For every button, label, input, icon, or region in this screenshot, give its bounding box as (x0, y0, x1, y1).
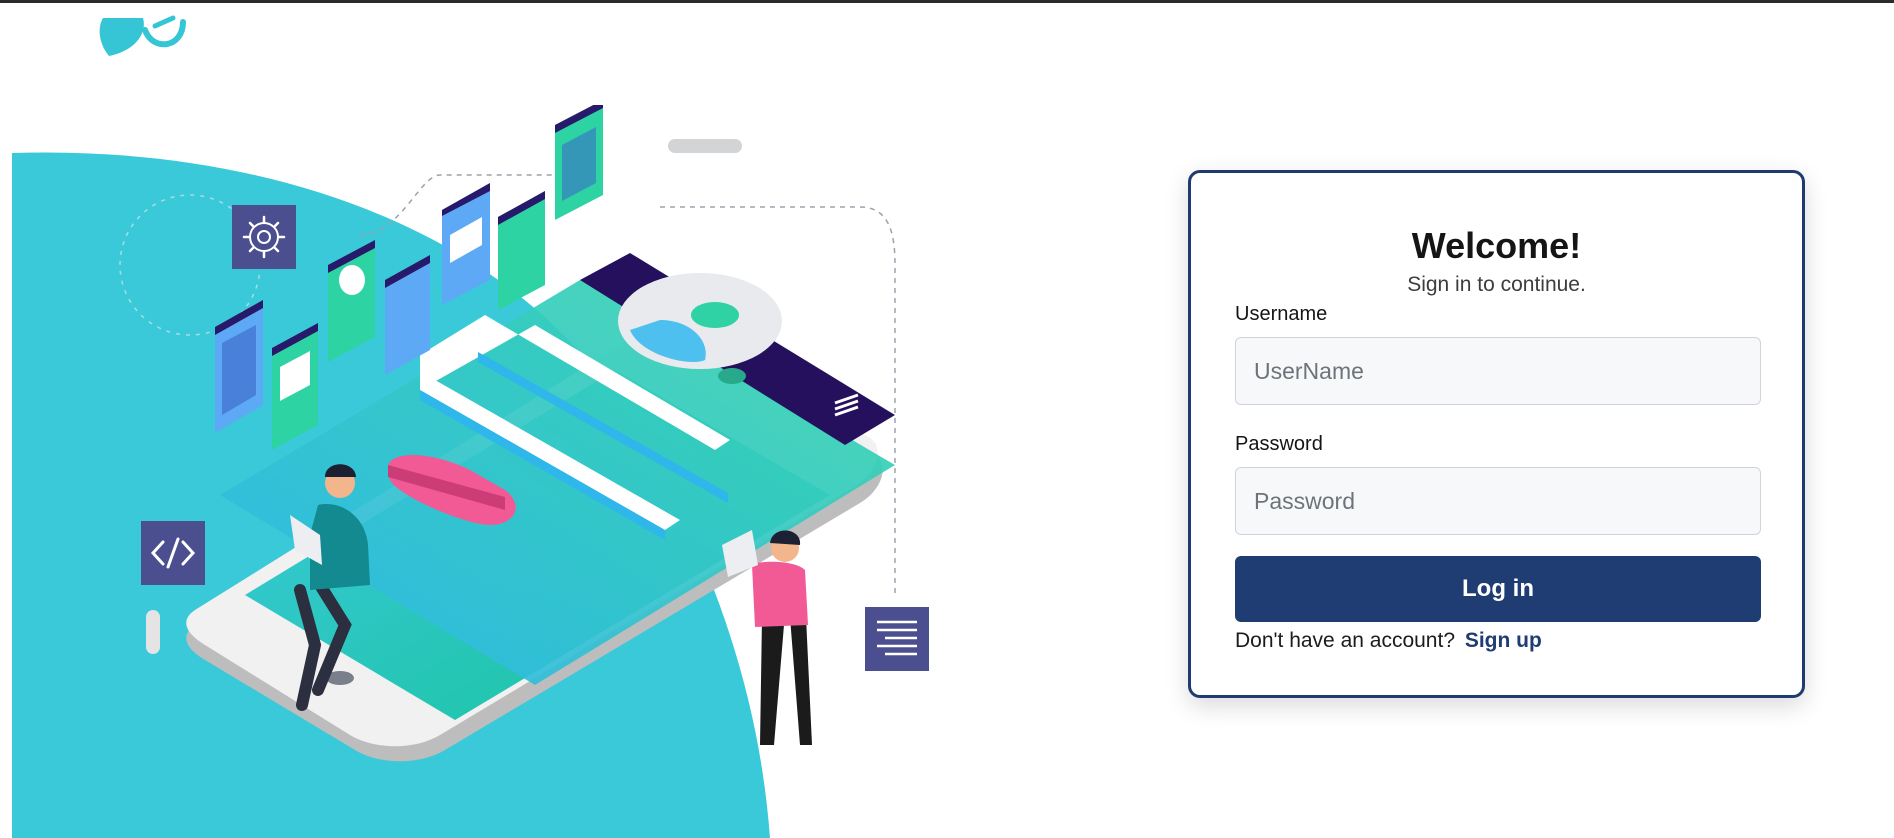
login-button[interactable]: Log in (1235, 556, 1761, 622)
username-label: Username (1235, 303, 1328, 325)
brand-logo-icon[interactable] (95, 10, 190, 58)
password-input[interactable] (1235, 467, 1761, 535)
signup-row: Don't have an account? Sign up (1235, 629, 1542, 653)
password-label: Password (1235, 433, 1323, 455)
signup-link[interactable]: Sign up (1465, 629, 1542, 652)
document-lines-icon (865, 607, 929, 671)
hero-illustration (12, 105, 929, 838)
top-border (0, 0, 1894, 3)
welcome-subtitle: Sign in to continue. (1407, 273, 1586, 296)
username-input[interactable] (1235, 337, 1761, 405)
welcome-title: Welcome! (1411, 225, 1582, 266)
code-icon (141, 521, 205, 585)
login-card: Welcome! Sign in to continue. Username P… (1188, 170, 1805, 698)
signup-prompt: Don't have an account? (1235, 629, 1455, 652)
gear-icon (232, 205, 296, 269)
